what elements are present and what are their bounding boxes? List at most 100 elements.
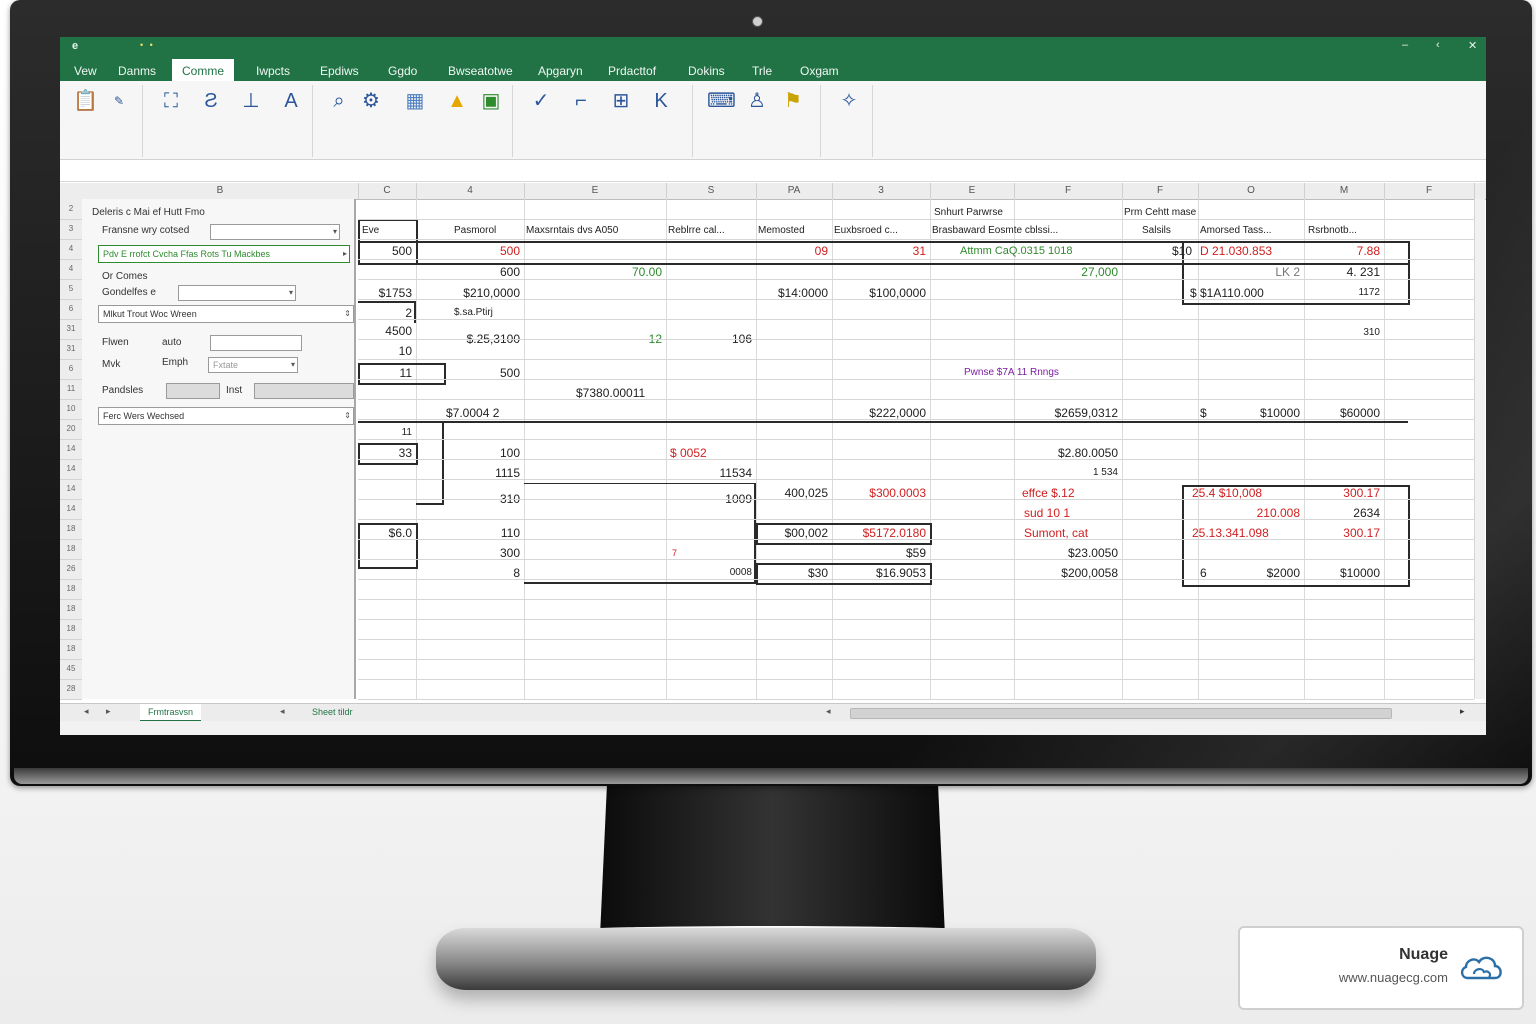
row-header[interactable]: 18 (60, 599, 82, 620)
column-header[interactable]: PA (756, 183, 833, 199)
cell[interactable]: 4500 (358, 321, 416, 341)
quick-access-icon[interactable]: • • (140, 40, 155, 50)
formula-bar[interactable] (60, 161, 1486, 182)
column-header[interactable]: M (1304, 183, 1385, 199)
pandsles-input[interactable] (166, 383, 220, 399)
header-cell[interactable]: Memosted (758, 221, 830, 241)
filter-button[interactable]: ⚙ (356, 89, 384, 133)
row-header[interactable]: 18 (60, 619, 82, 640)
cell[interactable]: $210,0000 (416, 283, 524, 303)
tab-danms[interactable]: Danms (118, 61, 156, 81)
comment-button[interactable]: ⌨ (704, 89, 736, 133)
field1-dropdown[interactable]: ▾ (210, 224, 340, 240)
row-header[interactable]: 20 (60, 419, 82, 440)
header-cell[interactable]: Pasmorol (454, 221, 522, 241)
highlight-input[interactable]: Pdv E rrofct Cvcha Ffas Rots Tu Mackbes ▸ (98, 245, 350, 263)
cell[interactable]: 8 (416, 563, 524, 583)
small-dropdown[interactable]: Fxtate ▾ (208, 357, 298, 373)
tab-vew[interactable]: Vew (74, 61, 97, 81)
tab-dokins[interactable]: Dokins (688, 61, 725, 81)
warning-button[interactable]: ▲ (442, 89, 470, 133)
prev-sheet-icon[interactable]: ◂ (84, 706, 89, 717)
cell[interactable]: $1753 (358, 283, 416, 303)
select2[interactable]: Ferc Wers Wechsed ⇕ (98, 407, 354, 425)
row-header[interactable]: 18 (60, 639, 82, 660)
minimize-icon[interactable]: – (1402, 39, 1408, 51)
close-icon[interactable]: ✕ (1468, 39, 1477, 52)
step-button[interactable]: ⌐ (566, 89, 594, 133)
column-header[interactable]: 4 (416, 183, 525, 199)
cell[interactable]: 11534 (666, 463, 756, 483)
sheet-tab[interactable]: Sheet tildr (304, 704, 361, 720)
header-cell[interactable]: Maxsrntais dvs A050 (526, 221, 664, 241)
header-cell[interactable]: Euxbsroed c... (834, 221, 928, 241)
table-button[interactable]: ▦ (390, 89, 436, 133)
pin-button[interactable]: ♙ (742, 89, 770, 133)
column-header[interactable]: E (930, 183, 1015, 199)
horizontal-scrollbar[interactable] (850, 708, 1392, 719)
column-header-b[interactable]: B (82, 183, 359, 199)
column-header[interactable]: F (1122, 183, 1199, 199)
row-header[interactable]: 26 (60, 559, 82, 580)
cell[interactable]: $14:0000 (756, 283, 832, 303)
bracket-button[interactable]: ⊥ (236, 89, 264, 133)
text-button[interactable]: A (276, 89, 304, 133)
cell[interactable]: 1 534 (1014, 463, 1122, 483)
insert-button[interactable]: ⛶ (156, 89, 184, 133)
row-header[interactable]: 4 (60, 239, 82, 260)
cell[interactable]: $300.0003 (832, 483, 930, 503)
format-button[interactable]: ✎ (104, 89, 132, 133)
restore-icon[interactable]: ‹ (1436, 39, 1440, 51)
tag-button[interactable]: ⚑ (778, 89, 806, 133)
cell[interactable]: 310 (1304, 323, 1384, 343)
row-header[interactable]: 10 (60, 399, 82, 420)
tab-epdiws[interactable]: Epdiws (320, 61, 359, 81)
inst-input[interactable] (254, 383, 354, 399)
column-header[interactable]: S (666, 183, 757, 199)
column-header[interactable]: C (358, 183, 417, 199)
cell[interactable]: $23.0050 (1014, 543, 1122, 563)
header-cell[interactable]: Salsils (1142, 221, 1196, 241)
row-header[interactable]: 3 (60, 219, 82, 240)
column-header[interactable]: O (1198, 183, 1305, 199)
scroll-left-icon[interactable]: ◂ (826, 706, 831, 717)
tab-prdacttof[interactable]: Prdacttof (608, 61, 656, 81)
tab-oxgam[interactable]: Oxgam (800, 61, 839, 81)
row-header[interactable]: 4 (60, 259, 82, 280)
cell[interactable]: $7380.00011 (576, 383, 716, 403)
conditions-dropdown[interactable]: ▾ (178, 285, 296, 301)
row-header[interactable]: 6 (60, 299, 82, 320)
cell[interactable]: 10 (358, 341, 416, 361)
cell[interactable]: $ 0052 (670, 443, 754, 463)
row-header[interactable]: 2 (60, 199, 82, 220)
row-header[interactable]: 14 (60, 439, 82, 460)
header-cell[interactable]: Brasbaward Eosmte cblssi... (932, 221, 1120, 241)
row-header[interactable]: 5 (60, 279, 82, 300)
check-button[interactable]: ✓ (526, 89, 554, 133)
column-header[interactable]: 3 (832, 183, 931, 199)
cell[interactable]: $2.80.0050 (1014, 443, 1122, 463)
select1[interactable]: Mlkut Trout Woc Wreen ⇕ (98, 305, 354, 323)
grid-button[interactable]: ⊞ (606, 89, 634, 133)
sheet-nav-icon[interactable]: ◂ (280, 706, 285, 717)
cell[interactable]: $59 (832, 543, 930, 563)
tab-iwpcts[interactable]: Iwpcts (256, 61, 290, 81)
find-button[interactable]: ⌕ (324, 89, 352, 133)
row-header[interactable]: 18 (60, 579, 82, 600)
row-header[interactable]: 18 (60, 519, 82, 540)
cell[interactable]: 11 (358, 423, 416, 443)
cell[interactable]: 110 (416, 523, 524, 543)
row-header[interactable]: 31 (60, 339, 82, 360)
chart-button[interactable]: Ƨ (196, 89, 224, 133)
row-header[interactable]: 28 (60, 679, 82, 700)
tab-apgaryn[interactable]: Apgaryn (538, 61, 583, 81)
header-cell[interactable]: Amorsed Tass... (1200, 221, 1302, 241)
sheet-tab[interactable]: Frmtrasvsn (140, 704, 201, 722)
scroll-right-icon[interactable]: ▸ (1460, 706, 1465, 717)
header-cell[interactable]: Reblrre cal... (668, 221, 754, 241)
tab-trle[interactable]: Trle (752, 61, 772, 81)
tab-ggdo[interactable]: Ggdo (388, 61, 417, 81)
column-header[interactable]: F (1384, 183, 1475, 199)
pivot-button[interactable]: K (646, 89, 674, 133)
paste-button[interactable]: 📋 (70, 89, 98, 133)
